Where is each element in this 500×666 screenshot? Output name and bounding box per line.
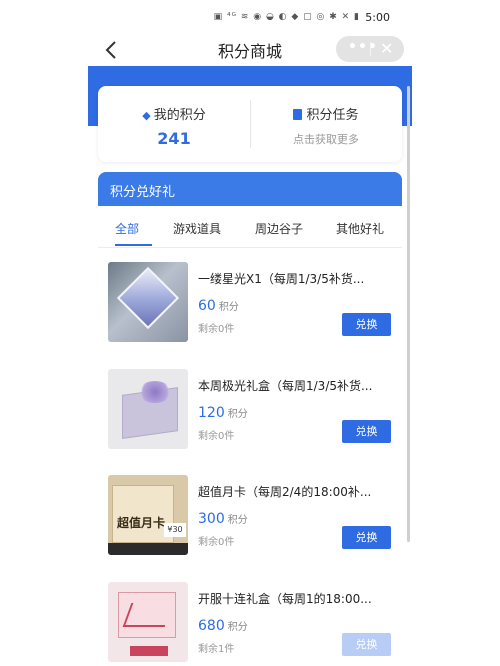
product-item[interactable]: 超值月卡 ¥30 超值月卡（每周2/4的18:00补... 300 积分 剩余0件… [98, 475, 402, 569]
mini-program-capsule: ••• ✕ [336, 36, 404, 62]
product-price: 120 积分 [198, 405, 248, 421]
product-title: 开服十连礼盒（每周1的18:00... [198, 592, 372, 606]
nav-bar: 积分商城 ••• ✕ [88, 34, 412, 66]
task-subtitle: 点击获取更多 [293, 133, 359, 146]
product-stock: 剩余0件 [198, 431, 235, 442]
status-icons: ▣ ⁴ᴳ ≋ ◉ ◒ ◐ ◆ ▢ ◎ ✱ ✕ ▮ [213, 12, 360, 22]
product-thumbnail [108, 582, 188, 662]
product-title: 超值月卡（每周2/4的18:00补... [198, 485, 372, 499]
product-title: 一缕星光X1（每周1/3/5补货... [198, 272, 365, 286]
product-stock: 剩余0件 [198, 324, 235, 335]
my-points-label: 我的积分 [153, 108, 206, 123]
product-price: 60 积分 [198, 298, 239, 314]
active-tab-indicator [115, 244, 152, 246]
gifts-section-header: 积分兑好礼 [98, 172, 402, 206]
redeem-button[interactable]: 兑换 [342, 313, 391, 336]
product-stock: 剩余1件 [198, 644, 235, 655]
points-tasks[interactable]: 积分任务 点击获取更多 [250, 86, 402, 162]
product-price: 300 积分 [198, 511, 248, 527]
redeem-button[interactable]: 兑换 [342, 420, 391, 443]
scrollbar[interactable] [407, 86, 410, 542]
product-item[interactable]: 本周极光礼盒（每周1/3/5补货... 120 积分 剩余0件 兑换 [98, 369, 402, 463]
thumbnail-caption: 超值月卡 [117, 516, 166, 530]
close-icon[interactable]: ✕ [380, 39, 393, 58]
task-label: 积分任务 [306, 108, 359, 123]
product-title: 本周极光礼盒（每周1/3/5补货... [198, 379, 373, 393]
product-price: 680 积分 [198, 618, 248, 634]
status-bar: ▣ ⁴ᴳ ≋ ◉ ◒ ◐ ◆ ▢ ◎ ✱ ✕ ▮ 5:00 [88, 0, 412, 34]
tab-game-items[interactable]: 游戏道具 [173, 220, 221, 237]
tab-merch[interactable]: 周边谷子 [255, 220, 303, 237]
my-points-value: 241 [157, 129, 191, 148]
phone-screen: ▣ ⁴ᴳ ≋ ◉ ◒ ◐ ◆ ▢ ◎ ✱ ✕ ▮ 5:00 积分商城 ••• ✕… [88, 0, 412, 666]
product-item[interactable]: 一缕星光X1（每周1/3/5补货... 60 积分 剩余0件 兑换 [98, 262, 402, 356]
diamond-icon: ◆ [142, 109, 151, 122]
category-tabs: 全部 游戏道具 周边谷子 其他好礼 [98, 206, 402, 248]
tab-other-gifts[interactable]: 其他好礼 [336, 220, 384, 237]
product-thumbnail [108, 369, 188, 449]
points-card: ◆ 我的积分 241 积分任务 点击获取更多 [98, 86, 402, 162]
capsule-divider [370, 42, 371, 56]
product-thumbnail [108, 262, 188, 342]
task-book-icon [293, 109, 303, 120]
redeem-button[interactable]: 兑换 [342, 633, 391, 656]
tab-all[interactable]: 全部 [115, 220, 139, 237]
more-dots-icon[interactable]: ••• [348, 39, 378, 55]
redeem-button[interactable]: 兑换 [342, 526, 391, 549]
my-points[interactable]: ◆ 我的积分 241 [98, 86, 250, 162]
status-time: 5:00 [365, 11, 390, 24]
product-stock: 剩余0件 [198, 537, 235, 548]
product-item[interactable]: 开服十连礼盒（每周1的18:00... 680 积分 剩余1件 兑换 [98, 582, 402, 666]
gifts-header-title: 积分兑好礼 [110, 185, 176, 200]
product-thumbnail: 超值月卡 ¥30 [108, 475, 188, 555]
thumbnail-price: ¥30 [164, 523, 186, 537]
